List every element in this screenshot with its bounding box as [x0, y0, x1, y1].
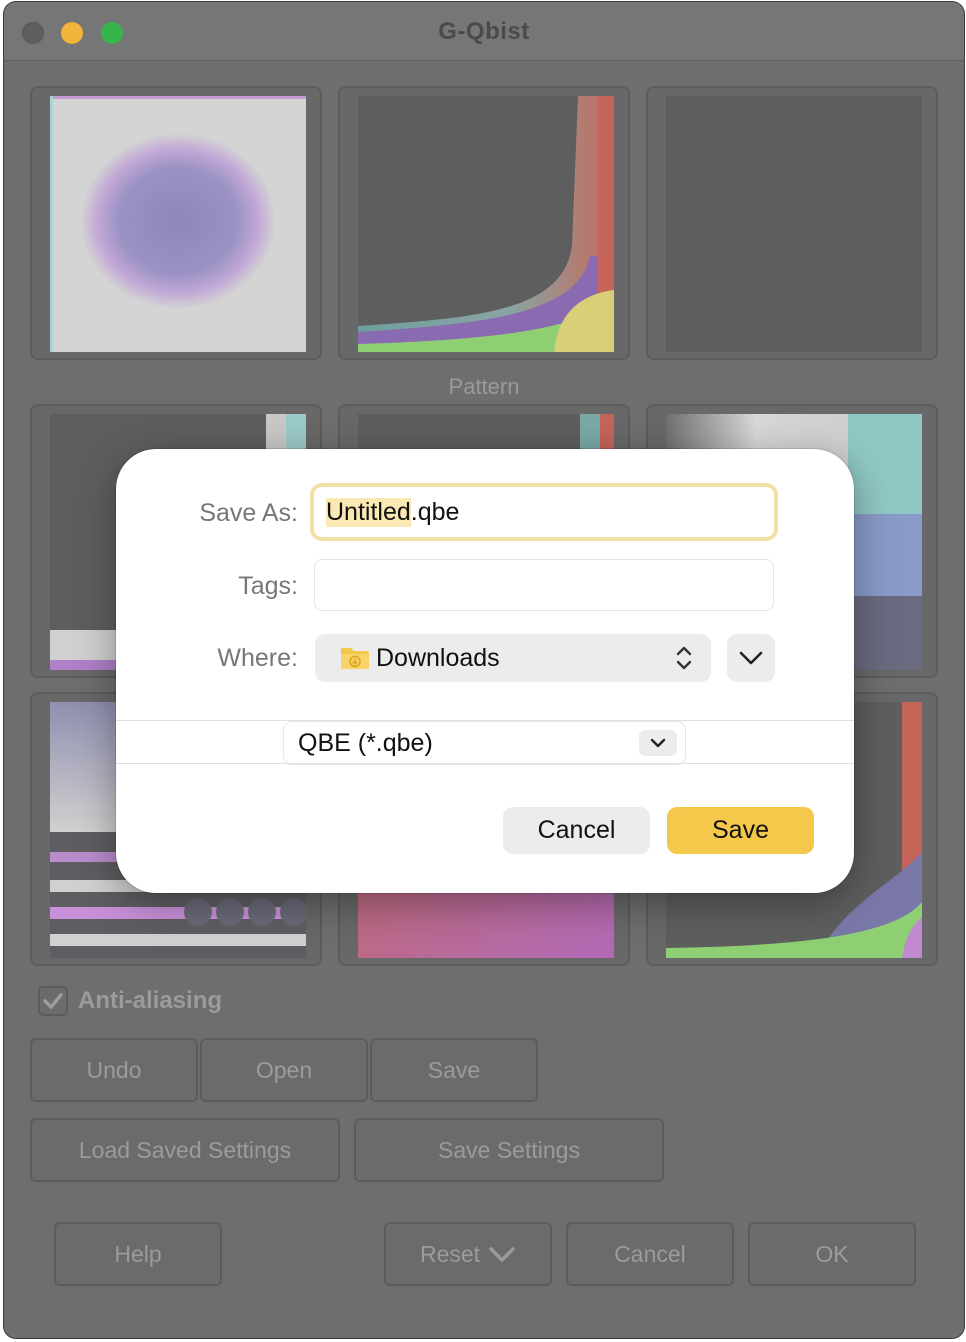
where-label: Where:: [217, 644, 298, 672]
chevron-down-icon: [739, 651, 763, 665]
save-button[interactable]: Save: [370, 1038, 538, 1102]
format-chevron: [639, 730, 677, 756]
antialiasing-label: Anti-aliasing: [78, 987, 223, 1014]
updown-chevron-icon: [676, 646, 692, 670]
cancel-button[interactable]: Cancel: [566, 1222, 734, 1286]
save-as-label: Save As:: [199, 499, 298, 527]
filename-field[interactable]: Untitled .qbe: [310, 483, 778, 541]
antialiasing-checkbox[interactable]: [38, 986, 68, 1016]
chevron-down-icon: [489, 1247, 515, 1262]
pattern-cell-2[interactable]: [338, 86, 630, 360]
file-format-value: QBE (*.qbe): [298, 728, 433, 757]
tags-label: Tags:: [238, 572, 298, 600]
filename-base: Untitled: [326, 497, 411, 527]
where-location-popup[interactable]: Downloads: [315, 634, 711, 682]
filename-extension: .qbe: [410, 497, 460, 526]
undo-button[interactable]: Undo: [30, 1038, 198, 1102]
where-value: Downloads: [376, 643, 500, 672]
dialog-cancel-button[interactable]: Cancel: [503, 807, 650, 854]
pattern-preview-2: [358, 96, 614, 352]
divider: [116, 763, 854, 764]
open-button[interactable]: Open: [200, 1038, 368, 1102]
divider: [116, 720, 854, 721]
reset-button[interactable]: Reset: [384, 1222, 552, 1286]
pattern-cell-3[interactable]: [646, 86, 938, 360]
reset-label: Reset: [419, 1240, 481, 1267]
tags-field[interactable]: [314, 559, 774, 611]
dialog-save-button[interactable]: Save: [667, 807, 814, 854]
chevron-down-icon: [650, 738, 666, 748]
window-title: G-Qbist: [438, 18, 530, 45]
save-dialog: Save As: Untitled .qbe Tags: Where: Downl…: [116, 449, 854, 893]
pattern-preview-3: [666, 96, 922, 352]
downloads-folder-icon: [341, 648, 369, 669]
pattern-cell-1[interactable]: [30, 86, 322, 360]
pattern-label: Pattern: [448, 374, 520, 399]
ok-button[interactable]: OK: [748, 1222, 916, 1286]
checkmark-icon: [43, 993, 63, 1009]
pattern-preview-1: [50, 96, 306, 352]
expand-browser-button[interactable]: [727, 634, 775, 682]
file-format-popup[interactable]: QBE (*.qbe): [284, 722, 685, 764]
title-bar: G-Qbist: [4, 2, 964, 61]
help-button[interactable]: Help: [54, 1222, 222, 1286]
save-settings-button[interactable]: Save Settings: [354, 1118, 664, 1182]
load-saved-settings-button[interactable]: Load Saved Settings: [30, 1118, 340, 1182]
